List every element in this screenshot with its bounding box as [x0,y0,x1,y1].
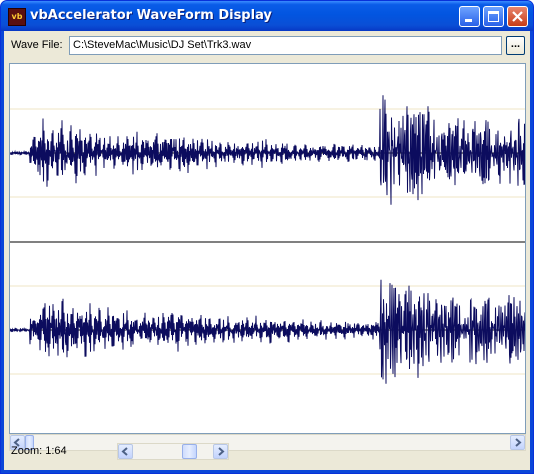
left-channel [10,95,525,205]
close-icon [512,11,523,22]
app-window: vb vbAccelerator WaveForm Display Wave F… [0,0,534,474]
zoom-in-button[interactable] [213,444,228,459]
minimize-icon [465,19,472,22]
chevron-right-icon [515,438,522,447]
wave-file-path-input[interactable]: C:\SteveMac\Music\DJ Set\Trk3.wav [69,36,502,55]
waveform-display[interactable] [9,63,526,434]
right-channel [10,279,525,384]
client-area: Wave File: C:\SteveMac\Music\DJ Set\Trk3… [4,31,530,470]
maximize-button[interactable] [483,6,504,27]
zoom-out-button[interactable] [118,444,133,459]
close-button[interactable] [507,6,528,27]
zoom-thumb[interactable] [182,444,197,459]
left-channel-waveform [10,95,525,205]
scroll-right-button[interactable] [510,435,525,450]
title-bar[interactable]: vb vbAccelerator WaveForm Display [1,1,533,31]
browse-button[interactable]: ... [506,36,525,55]
minimize-button[interactable] [459,6,480,27]
app-icon[interactable]: vb [8,8,26,26]
chevron-left-icon [121,447,128,456]
horizontal-scrollbar[interactable] [9,434,526,451]
wave-file-label: Wave File: [11,39,63,51]
chevron-right-icon [218,447,225,456]
maximize-icon [488,11,499,22]
zoom-label: Zoom: 1:64 [11,445,67,457]
window-title: vbAccelerator WaveForm Display [30,8,272,23]
waveform-canvas [10,95,525,384]
right-channel-waveform [10,279,525,384]
zoom-slider[interactable] [117,443,229,460]
